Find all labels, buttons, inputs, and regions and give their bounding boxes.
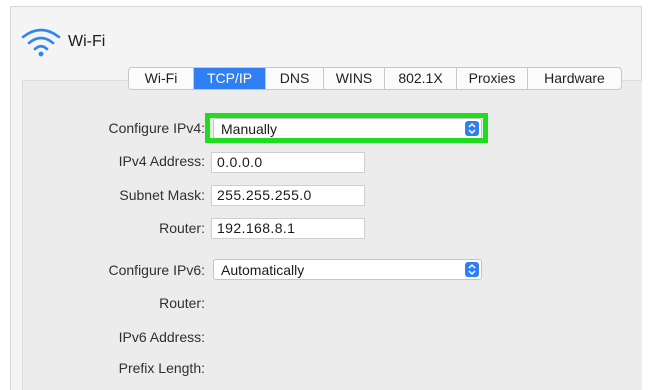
prefix-length-label: Prefix Length: — [118, 360, 205, 376]
subnet-mask-label: Subnet Mask: — [119, 187, 205, 203]
subnet-mask-field[interactable]: 255.255.255.0 — [211, 185, 365, 206]
ipv6-address-label: IPv6 Address: — [118, 329, 205, 345]
tab-dns[interactable]: DNS — [266, 68, 324, 89]
ipv6-router-label: Router: — [159, 295, 205, 311]
tab-8021x[interactable]: 802.1X — [385, 68, 457, 89]
ipv4-address-field[interactable]: 0.0.0.0 — [211, 152, 365, 173]
router-field[interactable]: 192.168.8.1 — [211, 218, 365, 239]
configure-ipv6-value: Automatically — [221, 262, 305, 278]
configure-ipv6-label: Configure IPv6: — [108, 262, 206, 278]
highlight-box — [205, 113, 488, 143]
ipv4-address-label: IPv4 Address: — [118, 153, 205, 169]
tab-tcpip[interactable]: TCP/IP — [194, 68, 266, 89]
tab-hardware[interactable]: Hardware — [528, 68, 621, 89]
window-title: Wi-Fi — [68, 33, 106, 50]
configure-ipv4-label: Configure IPv4: — [108, 120, 206, 136]
chevron-updown-icon — [465, 262, 479, 277]
tab-proxies[interactable]: Proxies — [457, 68, 528, 89]
tab-wins[interactable]: WINS — [324, 68, 385, 89]
router-label: Router: — [159, 220, 205, 236]
wifi-icon — [21, 28, 61, 57]
tab-wifi[interactable]: Wi-Fi — [129, 68, 194, 89]
tab-bar: Wi-Fi TCP/IP DNS WINS 802.1X Proxies Har… — [128, 67, 622, 90]
configure-ipv6-select[interactable]: Automatically — [213, 259, 482, 280]
